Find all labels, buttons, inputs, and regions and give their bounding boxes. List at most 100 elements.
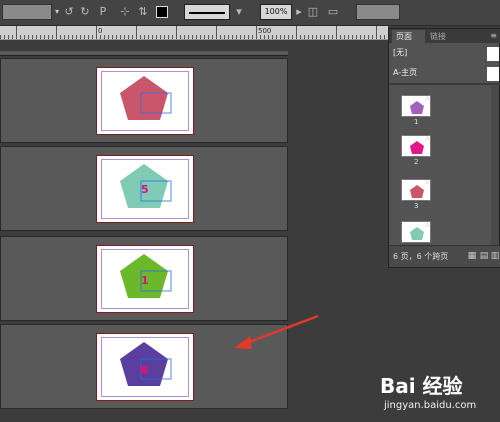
ruler-tick (352, 35, 353, 39)
page-thumbnail[interactable]: A (401, 221, 431, 243)
tab-pages[interactable]: 页面 (392, 30, 425, 43)
zoom-field[interactable]: 100% (260, 4, 292, 20)
style-field[interactable] (356, 4, 400, 20)
ruler-tick (28, 35, 29, 39)
tab-pages-label: 页面 (396, 32, 412, 41)
ruler-tick (36, 35, 37, 39)
panel-divider (389, 83, 500, 85)
watermark-url: jingyan.baidu.com (384, 400, 477, 411)
shape-label: 1 (141, 274, 149, 287)
ruler-tick (360, 35, 361, 39)
fill-icon[interactable]: ◫ (306, 4, 320, 20)
ruler-tick (8, 35, 9, 39)
ruler-tick (48, 35, 49, 39)
ruler-tick (92, 35, 93, 39)
ruler-tick (156, 35, 157, 39)
stroke-type-select[interactable] (184, 4, 230, 20)
panel-page-1[interactable]: A 1 (389, 89, 489, 129)
page[interactable] (96, 333, 194, 401)
ruler-tick (216, 26, 217, 39)
chevron-down-icon[interactable]: ▾ (232, 4, 246, 20)
ruler-tick (372, 35, 373, 39)
ruler-tick (336, 26, 337, 39)
ruler-tick (308, 35, 309, 39)
rotate-right-icon[interactable]: ↻ (78, 4, 92, 20)
ruler-tick (324, 35, 325, 39)
chevron-right-icon[interactable]: ▸ (292, 4, 306, 20)
ruler-tick (196, 35, 197, 39)
pentagon-shape[interactable] (97, 68, 195, 136)
edit-page-size-icon[interactable]: ▦ (467, 251, 477, 261)
ruler-tick (292, 35, 293, 39)
ruler-tick (296, 26, 297, 39)
ruler-tick (52, 35, 53, 39)
ruler-tick (212, 35, 213, 39)
flip-icon[interactable]: ⇅ (136, 4, 150, 20)
spread-1[interactable] (0, 58, 288, 143)
ruler-tick (200, 35, 201, 39)
ruler-tick (356, 35, 357, 39)
ruler-tick (276, 35, 277, 39)
align-icon[interactable]: ▭ (326, 4, 340, 20)
new-page-icon[interactable]: ▤ (479, 251, 489, 261)
ruler-tick (204, 35, 205, 39)
page-thumbnail[interactable]: A (401, 135, 431, 157)
stroke-color-icon[interactable] (156, 6, 168, 18)
ruler-tick (160, 35, 161, 39)
ruler-tick (108, 35, 109, 39)
spread-4[interactable] (0, 324, 288, 409)
page-number: 3 (414, 202, 419, 210)
master-thumb (487, 67, 499, 81)
page-thumbnail[interactable]: A (401, 179, 431, 201)
ruler-tick (120, 35, 121, 39)
ruler-tick (144, 35, 145, 39)
page-thumbnail[interactable]: A (401, 95, 431, 117)
master-none[interactable]: [无] (389, 45, 500, 61)
tab-links[interactable]: 链接 (426, 30, 452, 43)
master-a[interactable]: A-主页 (389, 65, 500, 81)
ruler-tick (272, 35, 273, 39)
ruler-tick (348, 35, 349, 39)
ruler-tick (332, 35, 333, 39)
ruler-tick (32, 35, 33, 39)
ruler-label-0: 0 (98, 27, 103, 35)
ruler-tick (80, 35, 81, 39)
rotate-left-icon[interactable]: ↺ (62, 4, 76, 20)
ruler-tick (152, 35, 153, 39)
page[interactable]: 1 (96, 245, 194, 313)
delete-page-icon[interactable]: ▥ (490, 251, 500, 261)
ruler-tick (344, 35, 345, 39)
ruler-tick (176, 26, 177, 39)
ruler-tick (364, 35, 365, 39)
panel-page-3[interactable]: A 3 (389, 173, 489, 213)
control-toolbar: ▾ ↺ ↻ P ⊹ ⇅ ▾ 100% ▸ ◫ ▭ (0, 0, 500, 26)
ruler-tick (44, 35, 45, 39)
ruler-tick (184, 35, 185, 39)
ruler-tick (180, 35, 181, 39)
ruler-tick (124, 35, 125, 39)
panel-scrollbar[interactable] (491, 85, 499, 245)
page-number: 2 (414, 158, 419, 166)
ruler-tick (192, 35, 193, 39)
chevron-down-icon[interactable]: ▾ (52, 4, 62, 20)
ruler-tick (68, 35, 69, 39)
ruler-tick (236, 35, 237, 39)
ruler-tick (284, 35, 285, 39)
ruler-tick (232, 35, 233, 39)
tab-links-label: 链接 (430, 32, 446, 41)
ruler-tick (84, 35, 85, 39)
dimension-field[interactable] (2, 4, 52, 20)
panel-page-2[interactable]: A 2 (389, 129, 489, 169)
spread-3[interactable]: 1 (0, 236, 288, 321)
spread-2[interactable]: 5 (0, 146, 288, 231)
ruler-tick (268, 35, 269, 39)
transform-icon[interactable]: ⊹ (118, 4, 132, 20)
panel-menu-icon[interactable]: ≡ (490, 31, 497, 40)
ruler-tick (328, 35, 329, 39)
page[interactable] (96, 67, 194, 135)
document-canvas[interactable]: 5 1 (0, 40, 388, 422)
text-p-icon[interactable]: P (96, 4, 110, 20)
ruler-tick (60, 35, 61, 39)
page[interactable]: 5 (96, 155, 194, 223)
ruler-tick (252, 35, 253, 39)
